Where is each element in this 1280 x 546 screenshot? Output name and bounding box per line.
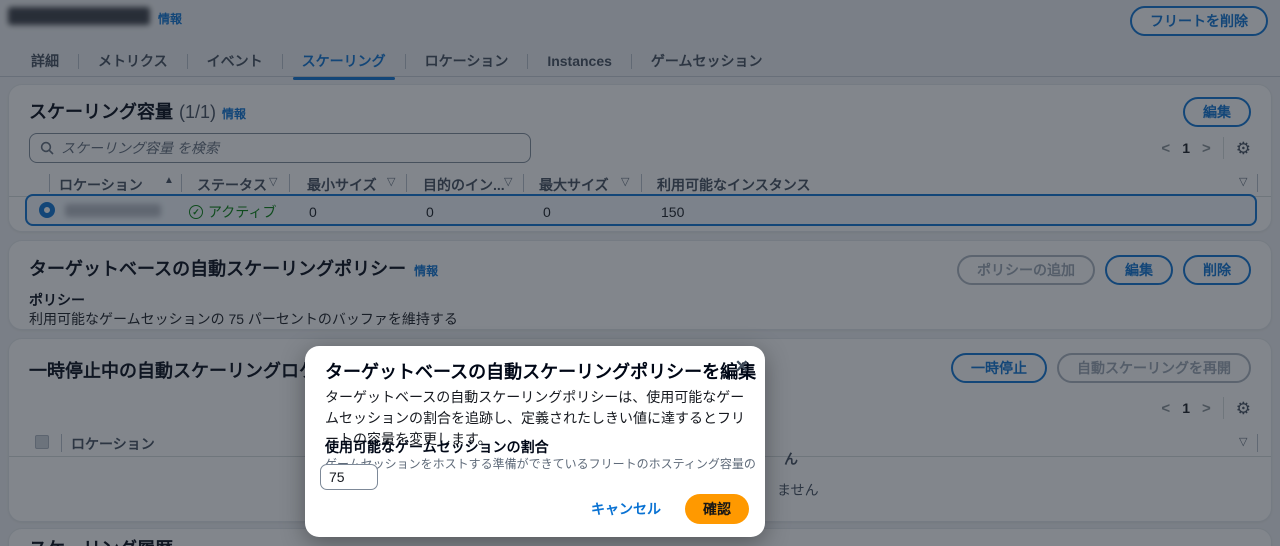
confirm-button[interactable]: 確認 <box>685 494 749 524</box>
cancel-button[interactable]: キャンセル <box>591 499 661 519</box>
modal-title: ターゲットベースの自動スケーリングポリシーを編集 <box>325 362 757 382</box>
game-session-percent-input[interactable] <box>320 464 378 490</box>
game-session-percent-description: ゲームセッションをホストする準備ができているフリートのホスティング容量の割合。 <box>325 457 756 488</box>
close-icon[interactable]: ✕ <box>735 357 749 377</box>
gamelift-scaling-page: 情報 フリートを削除 詳細 メトリクス イベント スケーリング ロケーション I… <box>0 0 1280 546</box>
edit-policy-modal: ターゲットベースの自動スケーリングポリシーを編集 ✕ ターゲットベースの自動スケ… <box>305 346 765 537</box>
game-session-percent-label: 使用可能なゲームセッションの割合 <box>325 439 549 455</box>
